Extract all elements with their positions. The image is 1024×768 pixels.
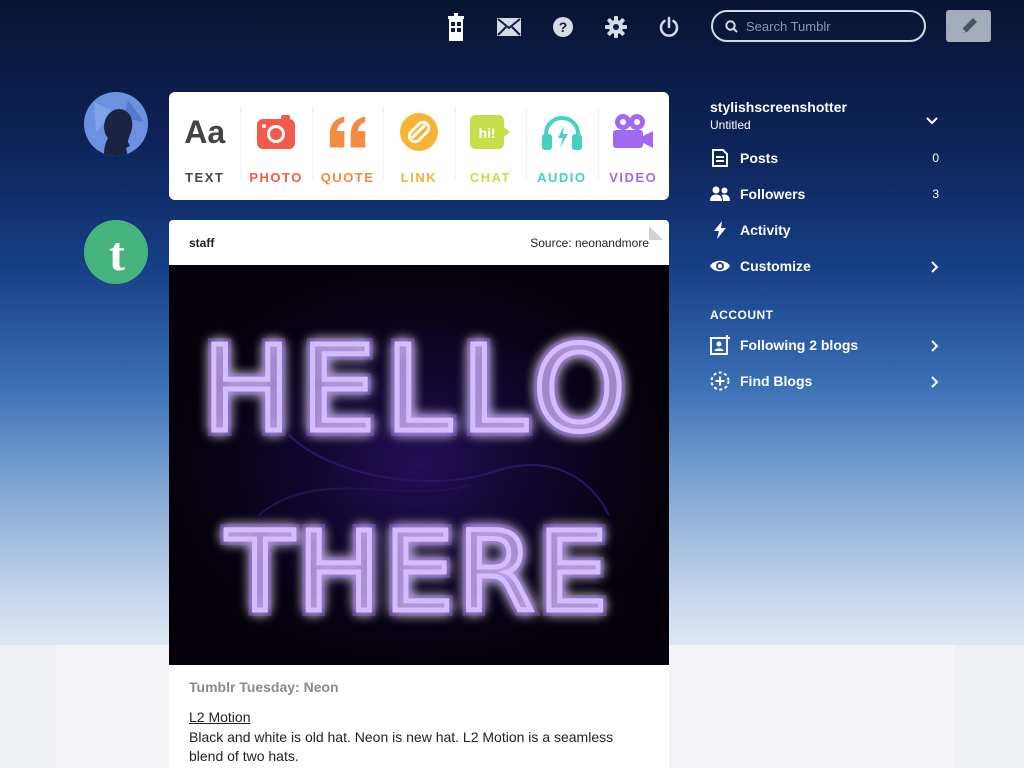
chevron-down-icon[interactable] — [926, 112, 938, 130]
svg-text:HELLO: HELLO — [202, 320, 635, 458]
power-icon[interactable] — [654, 12, 684, 42]
post-type-photo[interactable]: PHOTO — [240, 92, 311, 200]
post-type-text[interactable]: Aa TEXT — [169, 92, 240, 200]
post-type-chat[interactable]: hi! CHAT — [454, 92, 526, 200]
svg-text:t: t — [109, 228, 125, 281]
chevron-right-icon — [931, 260, 939, 278]
background-lower-right — [955, 645, 1024, 768]
sidebar-item-followers[interactable]: Followers 3 — [710, 182, 940, 206]
account-heading: ACCOUNT — [710, 308, 774, 322]
post-type-link[interactable]: LINK — [383, 92, 454, 200]
svg-text:THERE: THERE — [225, 508, 611, 636]
follow-card-icon — [710, 335, 730, 355]
post-fold-corner — [649, 226, 663, 240]
post-title: Tumblr Tuesday: Neon — [189, 679, 339, 695]
post-type-video[interactable]: VIDEO — [597, 92, 669, 200]
people-icon — [710, 184, 730, 204]
chat-bubble-icon: hi! — [470, 112, 511, 152]
blog-subtitle: Untitled — [710, 118, 751, 132]
gear-icon[interactable] — [601, 12, 631, 42]
dashboard-post: staff Source: neonandmore HELLO THERE HE… — [169, 220, 669, 768]
sidebar-item-posts[interactable]: Posts 0 — [710, 146, 940, 170]
svg-text:hi!: hi! — [479, 125, 496, 141]
chevron-right-icon — [931, 339, 939, 357]
post-link[interactable]: L2 Motion — [189, 709, 250, 725]
pencil-icon — [961, 18, 977, 33]
blog-name[interactable]: stylishscreenshotter — [710, 99, 847, 115]
sidebar-item-customize[interactable]: Customize — [710, 254, 940, 278]
post-type-bar: Aa TEXT PHOTO QUOTE LINK hi! CHAT AUDIO … — [169, 92, 669, 200]
tardis-icon[interactable] — [441, 12, 471, 42]
lightning-icon — [710, 220, 730, 240]
eye-icon — [710, 256, 730, 276]
background-lower-left — [0, 645, 56, 768]
svg-text:?: ? — [559, 19, 568, 35]
headphones-icon — [541, 112, 582, 152]
chevron-right-icon — [931, 375, 939, 393]
avatar-staff[interactable]: t — [84, 220, 148, 284]
post-image[interactable]: HELLO THERE HELLO THERE — [169, 265, 669, 665]
search-bar[interactable] — [711, 10, 926, 42]
post-body: Black and white is old hat. Neon is new … — [189, 729, 614, 764]
mail-icon[interactable] — [494, 12, 524, 42]
post-header: staff Source: neonandmore — [169, 220, 669, 265]
video-camera-icon — [613, 112, 654, 152]
link-icon — [399, 112, 439, 152]
compose-button[interactable] — [946, 10, 991, 42]
text-aa-icon: Aa — [184, 113, 226, 150]
find-blogs-icon — [710, 371, 730, 391]
post-type-audio[interactable]: AUDIO — [526, 92, 597, 200]
post-type-quote[interactable]: QUOTE — [311, 92, 383, 200]
post-source[interactable]: Source: neonandmore — [530, 236, 649, 250]
search-input[interactable] — [744, 17, 918, 35]
help-icon[interactable]: ? — [548, 12, 578, 42]
posts-count: 0 — [932, 151, 939, 165]
camera-icon — [256, 112, 296, 152]
followers-count: 3 — [932, 187, 939, 201]
sidebar-item-activity[interactable]: Activity — [710, 218, 940, 242]
avatar-user[interactable] — [84, 92, 148, 156]
quote-icon — [328, 112, 368, 152]
search-icon — [725, 19, 738, 33]
post-author[interactable]: staff — [189, 236, 214, 250]
document-icon — [710, 148, 730, 168]
sidebar-item-find-blogs[interactable]: Find Blogs — [710, 369, 940, 393]
sidebar-item-following[interactable]: Following 2 blogs — [710, 333, 940, 357]
